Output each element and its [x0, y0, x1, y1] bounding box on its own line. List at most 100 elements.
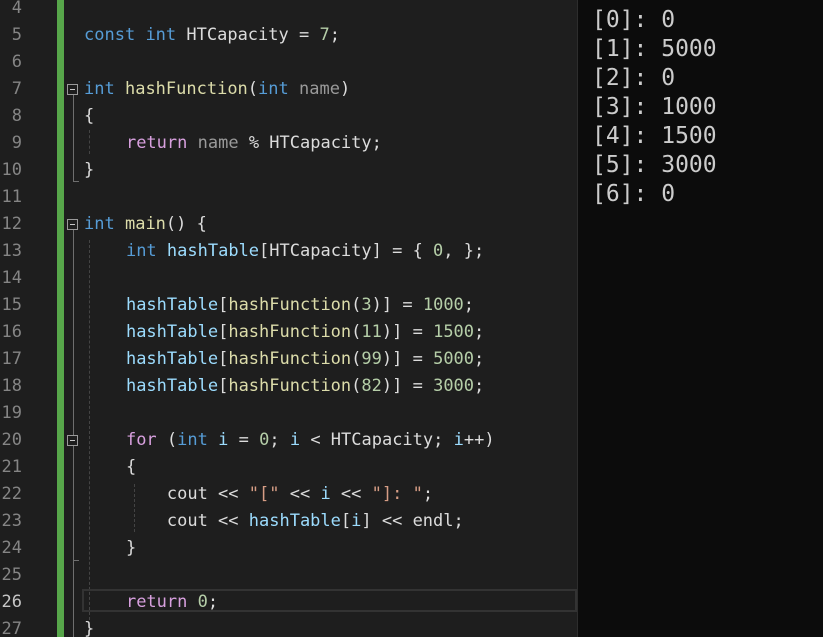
- code-line[interactable]: hashTable[hashFunction(11)] = 1500;: [85, 319, 484, 346]
- line-number: 5: [11, 25, 22, 45]
- line-number: 20: [1, 430, 22, 450]
- code-token: ;: [474, 322, 485, 342]
- code-line[interactable]: {: [84, 103, 94, 130]
- code-token: 0: [433, 241, 444, 261]
- line-number: 6: [11, 52, 22, 72]
- code-token: (: [351, 322, 362, 342]
- code-token: ;: [463, 295, 475, 315]
- code-token: name: [299, 79, 340, 99]
- code-token: "]: ": [371, 484, 423, 504]
- code-token: 3000: [433, 376, 475, 396]
- code-token: HTCapacity =: [176, 25, 320, 45]
- code-token: ;: [474, 349, 485, 369]
- code-token: i: [218, 430, 229, 450]
- code-line[interactable]: int hashTable[HTCapacity] = { 0, };: [85, 238, 484, 265]
- code-token: ;: [422, 484, 434, 504]
- code-token: int: [125, 241, 157, 261]
- code-line[interactable]: }: [85, 535, 136, 562]
- code-line[interactable]: return name % HTCapacity;: [85, 130, 382, 157]
- outline-line-end: [73, 181, 79, 182]
- line-number: 12: [1, 214, 22, 234]
- collapse-icon[interactable]: [67, 435, 78, 446]
- code-token: [: [340, 511, 352, 531]
- code-line-current[interactable]: return 0;: [85, 589, 218, 616]
- code-line[interactable]: hashTable[hashFunction(3)] = 1000;: [85, 292, 474, 319]
- code-token: hashFunction: [228, 295, 352, 315]
- code-token: ): [339, 79, 351, 99]
- code-token: name: [197, 133, 239, 153]
- code-line[interactable]: {: [85, 454, 136, 481]
- line-number: 7: [11, 79, 22, 99]
- code-token: () {: [165, 214, 207, 234]
- code-token: ++): [463, 430, 495, 450]
- code-token: 99: [361, 349, 382, 369]
- change-indicator-bar: [57, 0, 64, 637]
- line-number: 4: [11, 0, 22, 18]
- code-token: )] =: [381, 376, 434, 396]
- line-number: 22: [1, 484, 22, 504]
- console-line: [5]: 3000: [592, 152, 717, 178]
- code-token: hashTable: [166, 241, 260, 261]
- code-token: }: [84, 160, 95, 180]
- code-line[interactable]: for (int i = 0; i < HTCapacity; i++): [85, 427, 495, 454]
- code-token: for: [125, 430, 157, 450]
- code-line[interactable]: int main() {: [84, 211, 207, 238]
- code-token: int: [258, 79, 289, 99]
- code-token: cout <<: [85, 484, 249, 504]
- code-token: )] =: [381, 349, 434, 369]
- console-line: [3]: 1000: [592, 94, 717, 120]
- collapse-icon[interactable]: [67, 84, 78, 95]
- code-token: int: [177, 430, 208, 450]
- code-token: [HTCapacity] = {: [259, 241, 434, 261]
- line-number: 10: [1, 160, 22, 180]
- code-token: {: [85, 457, 137, 477]
- outline-line: [73, 95, 74, 181]
- code-token: int: [84, 79, 115, 99]
- line-number: 13: [1, 241, 22, 261]
- code-line[interactable]: int hashFunction(int name): [84, 76, 350, 103]
- code-line[interactable]: hashTable[hashFunction(99)] = 5000;: [85, 346, 484, 373]
- code-line[interactable]: }: [84, 616, 94, 637]
- code-line[interactable]: cout << hashTable[i] << endl;: [85, 508, 464, 535]
- code-token: (: [156, 430, 178, 450]
- code-token: ;: [269, 430, 290, 450]
- code-token: 0: [197, 592, 208, 612]
- code-token: 3: [361, 295, 372, 315]
- code-token: int: [84, 214, 115, 234]
- code-token: return: [125, 592, 188, 612]
- console-line: [0]: 0: [592, 7, 676, 33]
- code-token: )] =: [381, 322, 434, 342]
- collapse-icon[interactable]: [67, 219, 78, 230]
- code-token: const: [84, 25, 136, 45]
- line-number: 11: [1, 187, 22, 207]
- code-line[interactable]: }: [84, 157, 94, 184]
- code-token: ;: [329, 25, 340, 45]
- code-token: i: [289, 430, 301, 450]
- code-token: [: [218, 322, 229, 342]
- code-line[interactable]: hashTable[hashFunction(82)] = 3000;: [85, 373, 484, 400]
- code-line[interactable]: const int HTCapacity = 7;: [84, 22, 340, 49]
- code-token: hashTable: [125, 349, 219, 369]
- code-token: int: [145, 25, 177, 45]
- code-token: 82: [361, 376, 382, 396]
- code-token: return: [125, 133, 188, 153]
- code-token: hashTable: [248, 511, 341, 531]
- code-line[interactable]: cout << "[" << i << "]: ";: [85, 481, 433, 508]
- line-number: 9: [11, 133, 22, 153]
- code-token: 0: [259, 430, 270, 450]
- outline-line: [73, 230, 74, 637]
- code-editor[interactable]: 4 5 6 7 8 9 10 11 12 13 14 15 16 17 18 1…: [0, 0, 577, 637]
- console-output-window[interactable]: [0]: 0 [1]: 5000 [2]: 0 [3]: 1000 [4]: 1…: [577, 0, 823, 637]
